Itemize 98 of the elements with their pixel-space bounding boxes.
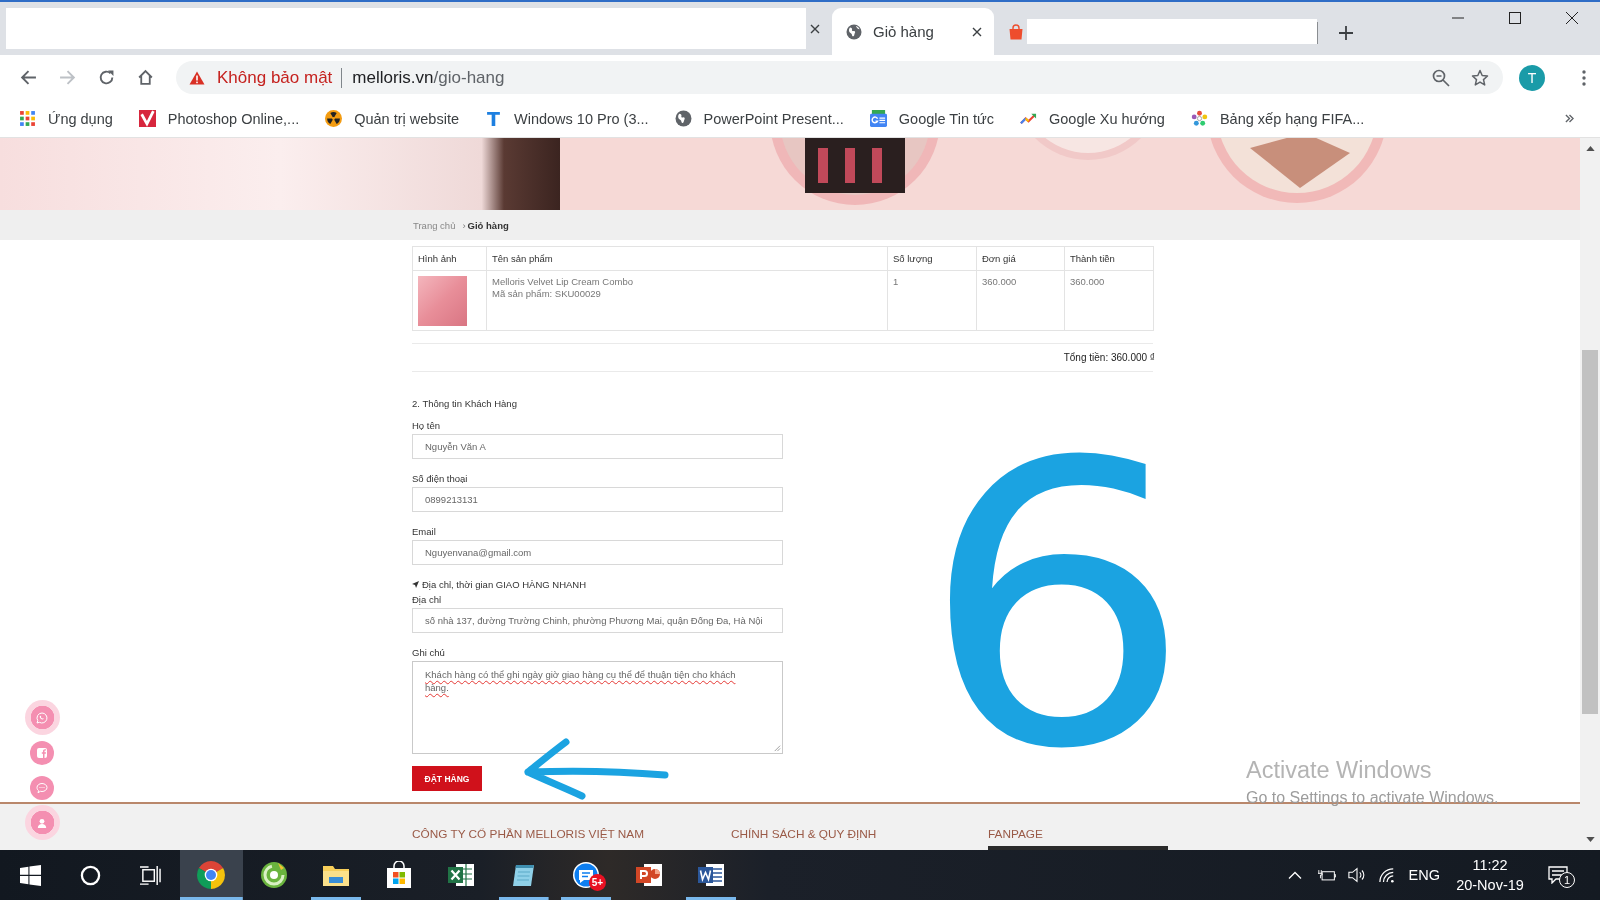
wifi-icon[interactable]: [1377, 867, 1396, 883]
product-name[interactable]: Melloris Velvet Lip Cream Combo: [492, 276, 882, 288]
note-textarea[interactable]: Khách hàng có thể ghi ngày giờ giao hàng cụ thể để thuận tiện cho khách hàng.: [412, 661, 783, 754]
chat-bubble-icon: [36, 781, 48, 794]
zoom-out-icon[interactable]: [1432, 68, 1450, 87]
field-label: Họ tên: [412, 419, 441, 433]
bookmark-item[interactable]: Photoshop Online,...: [138, 104, 300, 133]
facebook-icon: [36, 746, 48, 759]
place-order-button[interactable]: ĐẶT HÀNG: [412, 766, 482, 791]
text-input[interactable]: Nguyenvana@gmail.com: [412, 540, 783, 565]
field-label: Email: [412, 525, 437, 539]
back-arrow-icon: [19, 69, 37, 86]
bookmark-star-icon[interactable]: [1471, 68, 1489, 87]
menu-icon[interactable]: [1582, 69, 1586, 86]
unread-count-badge: 5+: [589, 874, 606, 891]
bookmark-item[interactable]: PowerPoint Present...: [674, 104, 844, 133]
url-text: melloris.vn/gio-hang: [352, 67, 505, 88]
speaker-icon[interactable]: [1347, 867, 1366, 883]
scrollbar[interactable]: [1580, 138, 1600, 850]
check-tile-icon: [138, 110, 156, 127]
clock[interactable]: 11:22 20-Nov-19: [1450, 855, 1530, 895]
globe-icon: [674, 110, 692, 127]
favicon-letter: T: [486, 109, 501, 128]
table-cell: 360.000: [976, 270, 1065, 331]
field-label: Ghi chú: [412, 646, 446, 660]
tricolor-circle-icon: [197, 861, 226, 889]
browser-tab[interactable]: Giỏ hàng: [832, 8, 994, 55]
table-header-cell: Thành tiền: [1064, 246, 1154, 271]
table-cell: 360.000: [1064, 270, 1154, 331]
location-arrow-icon: [412, 580, 419, 588]
reload-icon: [97, 69, 115, 86]
breadcrumb-current: Giỏ hàng: [467, 219, 509, 231]
section-title: 2. Thông tin Khách Hàng: [412, 397, 518, 411]
text-input[interactable]: số nhà 137, đường Trường Chinh, phường Phương Mai, quận Đống Đa, Hà Nội: [412, 608, 783, 633]
close-icon[interactable]: [972, 26, 982, 37]
security-label: Không bảo mật: [217, 67, 343, 88]
globe-icon: [846, 23, 862, 40]
table-cell: 1: [887, 270, 977, 331]
shopping-bag-icon: [1008, 23, 1024, 40]
text-input[interactable]: 0899213131: [412, 487, 783, 512]
sunburst-icon: [1190, 110, 1208, 127]
notification-count-badge: 1: [1559, 872, 1575, 888]
activation-message: Go to Settings to activate Windows.: [1246, 788, 1499, 808]
scroll-down-icon[interactable]: [1585, 837, 1595, 842]
resize-grip-icon[interactable]: [772, 743, 781, 752]
bookmark-item[interactable]: Google Xu hướng: [1019, 104, 1165, 133]
presentation-icon: [634, 861, 663, 889]
phone-icon: [36, 711, 48, 724]
spreadsheet-icon: [447, 861, 476, 889]
apps-grid-icon: [19, 110, 36, 127]
bookmark-item[interactable]: Quản trị website: [325, 104, 459, 133]
product-sku: Mã sản phẩm: SKU00029: [492, 288, 602, 300]
home-icon: [136, 69, 154, 86]
close-icon[interactable]: [810, 24, 820, 34]
delivery-note: Địa chỉ, thời gian GIAO HÀNG NHANH: [422, 578, 587, 590]
swirl-circle-icon: [259, 861, 288, 889]
battery-plug-icon[interactable]: [1317, 867, 1336, 883]
task-view-icon: [139, 864, 161, 886]
scroll-up-icon[interactable]: [1585, 146, 1595, 151]
bookmark-item[interactable]: Ứng dụng: [19, 104, 113, 133]
text-input[interactable]: Nguyễn Văn A: [412, 434, 783, 459]
new-tab-icon[interactable]: [1339, 25, 1353, 40]
four-pane-icon: [19, 864, 41, 886]
warning-icon: [189, 70, 205, 85]
footer-heading: CÔNG TY CỔ PHẦN MELLORIS VIỆT NAM: [412, 826, 646, 842]
product-photo: [418, 276, 467, 326]
breadcrumb-separator: ›: [462, 219, 466, 231]
ring-icon: [79, 864, 101, 886]
bookmark-item[interactable]: Google Tin tức: [869, 104, 994, 133]
forward-arrow-icon: [58, 69, 76, 86]
chevron-double-right-icon[interactable]: [1565, 114, 1574, 123]
field-label: Địa chỉ: [412, 593, 443, 607]
address-bar[interactable]: Không bảo mật melloris.vn/gio-hang: [176, 61, 1503, 94]
close-icon: [1565, 12, 1578, 24]
bookmark-item[interactable]: Bảng xếp hạng FIFA...: [1190, 104, 1365, 133]
table-header-cell: Tên sản phẩm: [486, 246, 888, 271]
table-header-cell: Đơn giá: [976, 246, 1065, 271]
table-header-cell: Số lượng: [887, 246, 977, 271]
maximize-icon: [1508, 12, 1521, 24]
footer-heading: CHÍNH SÁCH & QUY ĐỊNH: [731, 826, 878, 842]
radiation-icon: [325, 110, 343, 127]
handwritten-digit: 6: [920, 432, 1193, 783]
chevron-up-icon[interactable]: [1287, 871, 1302, 879]
footer-heading: FANPAGE: [988, 826, 1044, 842]
notification-button[interactable]: 1: [1548, 862, 1574, 888]
language-indicator[interactable]: ENG: [1408, 867, 1440, 883]
scrollbar-thumb[interactable]: [1582, 350, 1598, 714]
taskbar-app-button[interactable]: [180, 850, 243, 900]
cart-total: Tổng tiền: 360.000 ₫: [1063, 351, 1155, 365]
bookmark-item[interactable]: T Windows 10 Pro (3...: [485, 104, 649, 133]
field-label: Số điện thoại: [412, 472, 469, 486]
person-icon: [36, 816, 48, 829]
shopping-bag-icon: [384, 861, 413, 889]
table-header-cell: Hình ảnh: [412, 246, 487, 271]
message-icon: [1548, 866, 1568, 884]
activation-title: Activate Windows: [1246, 756, 1433, 784]
news-tile-icon: [869, 110, 887, 127]
document-icon: [697, 861, 726, 889]
